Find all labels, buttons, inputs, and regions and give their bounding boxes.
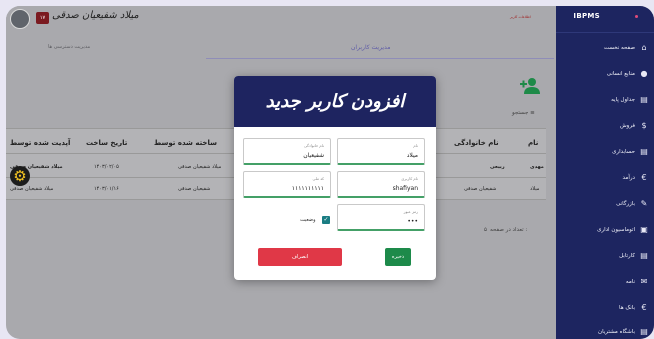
sidebar-item-sales[interactable]: فروش $ (556, 118, 654, 134)
sidebar: IBPMS صفحه نخست ⌂ منابع انسانی ● جداول پ… (556, 6, 654, 339)
app-window: ۱۷ میلاد شفیعیان صدقی اطلاعات كاربر مدیر… (6, 6, 654, 339)
home-icon: ⌂ (641, 43, 647, 52)
active-checkbox[interactable]: ✓ (322, 216, 330, 224)
username-label: نام کاربری (401, 176, 418, 181)
document-icon: ▤ (640, 147, 648, 156)
username-field[interactable]: نام کاربری shafiyan (337, 171, 425, 198)
sidebar-item-income[interactable]: درآمد € (556, 170, 654, 186)
mail-icon: ✉ (640, 277, 648, 286)
dollar-icon: $ (641, 121, 647, 130)
first-name-value: میلاد (406, 152, 418, 159)
first-name-field[interactable]: نام میلاد (337, 138, 425, 165)
gear-icon[interactable]: ⚙ (10, 166, 30, 186)
sidebar-item-office-automation[interactable]: اتوماسیون اداری ▣ (556, 222, 654, 238)
lock-icon: ▣ (640, 225, 648, 234)
filter-icon: ≡ (530, 110, 535, 116)
last-name-field[interactable]: نام خانوادگی شفیعیان (243, 138, 331, 165)
sidebar-item-label: اتوماسیون اداری (597, 227, 635, 233)
sidebar-item-label: باشگاه مشتریان (598, 329, 635, 335)
sidebar-item-letters[interactable]: نامه ✉ (556, 274, 654, 290)
filter-label: جستجو (512, 110, 529, 116)
national-code-label: کد ملی (312, 176, 324, 181)
cancel-button[interactable]: انصراف (258, 248, 342, 266)
page-size-select[interactable]: ۵ (484, 227, 487, 233)
sidebar-item-label: حسابداری (612, 149, 635, 155)
table-cell: شفیعیان صدقی (464, 186, 497, 192)
sidebar-item-hr[interactable]: منابع انسانی ● (556, 66, 654, 82)
euro-icon: € (641, 303, 647, 312)
password-field[interactable]: رمز عبور ••• (337, 204, 425, 231)
username-value: shafiyan (392, 185, 418, 192)
first-name-label: نام (413, 143, 418, 148)
sidebar-item-label: کارتابل (619, 253, 635, 259)
euro-icon: € (641, 173, 647, 182)
sidebar-item-accounting[interactable]: حسابداری ▤ (556, 144, 654, 160)
last-name-label: نام خانوادگی (303, 143, 324, 148)
table-cell: ۱۴۰۳/۰۱/۱۶ (94, 186, 119, 192)
password-label: رمز عبور (403, 209, 418, 214)
table-cell: میلاد شفیعیان صدقی (178, 164, 222, 170)
user-name: میلاد شفیعیان صدقی (52, 10, 139, 21)
table-cell: ۱۴۰۳/۰۲/۰۵ (94, 164, 119, 170)
user-info-link[interactable]: اطلاعات كاربر (510, 15, 531, 19)
page-title: مدیریت کاربران (351, 44, 391, 51)
notification-badge[interactable]: ۱۷ (36, 12, 49, 24)
column-header-last-name[interactable]: نام خانوادگی (454, 139, 499, 147)
document-icon: ▤ (640, 95, 648, 104)
column-header-updated-by[interactable]: آپدیت شده توسط (10, 139, 70, 147)
sidebar-item-banks[interactable]: بانک ها € (556, 300, 654, 316)
save-button[interactable]: ذخیره (385, 248, 411, 266)
password-value: ••• (407, 218, 418, 225)
sidebar-item-customer-club[interactable]: باشگاه مشتریان ▤ (556, 324, 654, 339)
sidebar-item-base-tables[interactable]: جداول پایه ▤ (556, 92, 654, 108)
brand-logo: IBPMS (573, 12, 600, 20)
page-size-label: تعداد در صفحه : (490, 227, 528, 233)
column-header-name[interactable]: نام (528, 139, 538, 147)
document-icon: ▤ (640, 251, 648, 260)
table-cell: مهدی (530, 164, 544, 170)
sidebar-item-label: نامه (625, 279, 635, 285)
national-code-value: ۱۱۱۱۱۱۱۱۱۱ (291, 185, 324, 192)
table-cell: شفیعیان صدقی (178, 186, 211, 192)
sidebar-item-home[interactable]: صفحه نخست ⌂ (556, 40, 654, 56)
sidebar-item-label: فروش (619, 123, 635, 129)
sidebar-item-label: درآمد (622, 175, 635, 181)
national-code-field[interactable]: کد ملی ۱۱۱۱۱۱۱۱۱۱ (243, 171, 331, 198)
avatar[interactable] (10, 9, 30, 29)
table-cell: میلاد (530, 186, 540, 192)
top-bar: ۱۷ میلاد شفیعیان صدقی اطلاعات كاربر (6, 6, 556, 33)
add-user-icon[interactable] (520, 77, 540, 99)
title-underline (206, 58, 554, 59)
sidebar-item-label: بازرگانی (616, 201, 635, 207)
dialog-title: افزودن کاربر جدید (234, 76, 436, 127)
filter-button[interactable]: جستجو ≡ (512, 110, 535, 116)
wrench-icon: ✎ (640, 199, 648, 208)
active-label: وضعیت (300, 217, 316, 223)
column-header-created-by[interactable]: ساخته شده توسط (154, 139, 217, 147)
sidebar-item-label: صفحه نخست (603, 45, 635, 51)
sidebar-item-label: منابع انسانی (606, 71, 635, 77)
sidebar-item-label: جداول پایه (611, 97, 635, 103)
table-cell: میلاد شفیعیان صدقی (10, 186, 54, 192)
sidebar-item-commerce[interactable]: بازرگانی ✎ (556, 196, 654, 212)
last-name-value: شفیعیان (303, 152, 324, 159)
breadcrumb[interactable]: مدیریت دسترسی ها (48, 44, 90, 50)
person-icon: ● (640, 69, 648, 78)
sidebar-item-cartable[interactable]: کارتابل ▤ (556, 248, 654, 264)
table-cell: ربیعی (490, 164, 505, 170)
sidebar-divider (556, 32, 654, 33)
add-user-dialog: افزودن کاربر جدید نام میلاد نام خانوادگی… (234, 76, 436, 280)
sidebar-item-label: بانک ها (619, 305, 635, 311)
column-header-created-date[interactable]: تاریخ ساخت (86, 139, 127, 147)
status-dot-icon (635, 15, 638, 18)
document-icon: ▤ (640, 327, 648, 336)
